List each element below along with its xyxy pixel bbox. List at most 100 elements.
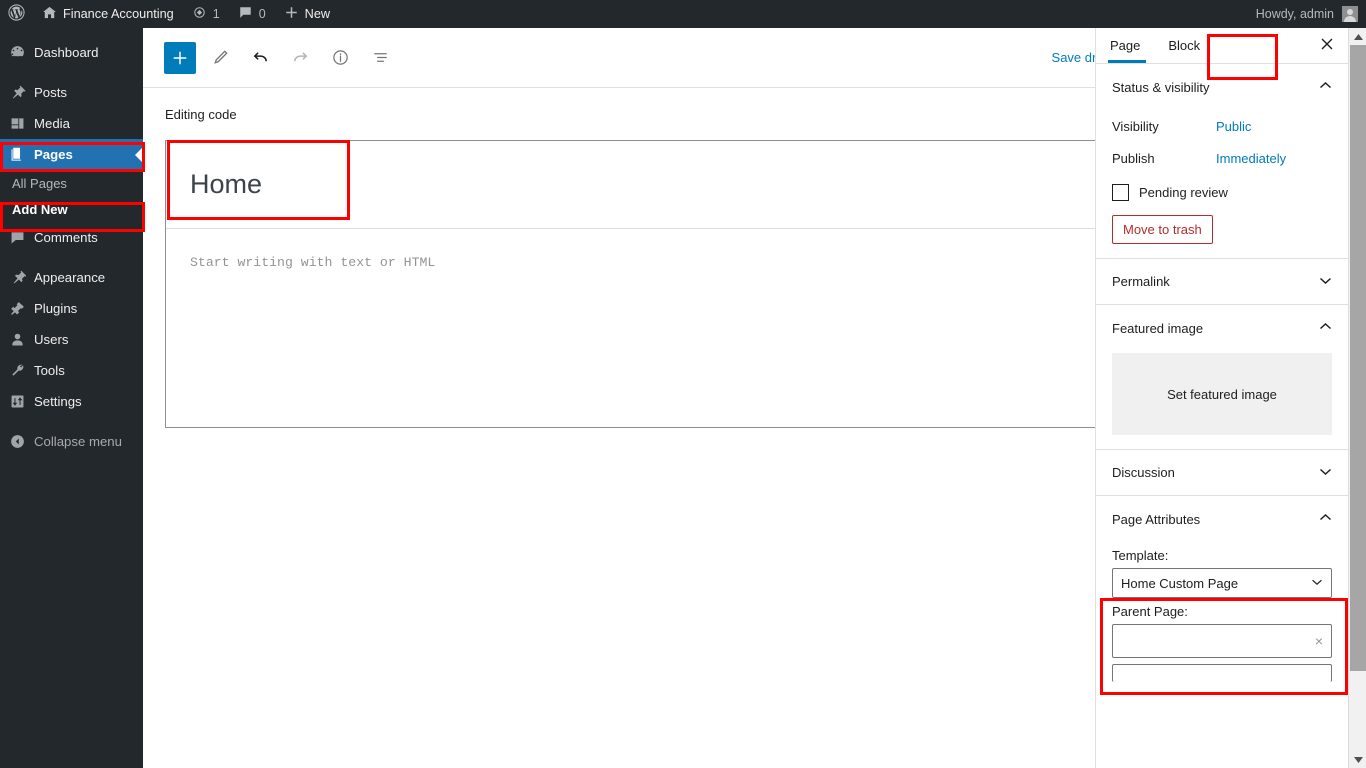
- featured-image-header[interactable]: Featured image: [1096, 305, 1348, 351]
- tab-page[interactable]: Page: [1096, 28, 1154, 64]
- code-content-textarea[interactable]: Start writing with text or HTML: [166, 229, 1200, 270]
- sidebar-item-plugins[interactable]: Plugins: [0, 293, 143, 324]
- settings-sidebar: Page Block Status & visibility Visibilit…: [1095, 28, 1348, 768]
- code-editor-title: Editing code: [165, 106, 237, 122]
- scroll-down-arrow-icon[interactable]: [1349, 751, 1366, 768]
- site-name-label: Finance Accounting: [63, 7, 174, 21]
- chevron-up-icon: [1319, 513, 1332, 525]
- chevron-up-icon: [1319, 322, 1332, 334]
- parent-page-suggestion-box[interactable]: [1112, 664, 1332, 682]
- comment-icon: [238, 5, 253, 23]
- site-name-menu[interactable]: Finance Accounting: [33, 0, 183, 28]
- page-scrollbar[interactable]: [1348, 28, 1366, 768]
- collapse-icon: [9, 433, 31, 450]
- comments-count: 0: [258, 7, 266, 21]
- sidebar-item-label: Tools: [34, 363, 65, 378]
- sidebar-item-add-new[interactable]: Add New: [0, 196, 143, 222]
- sidebar-item-label: Appearance: [34, 270, 106, 285]
- sidebar-item-label: Dashboard: [34, 45, 99, 60]
- scrollbar-thumb[interactable]: [1350, 45, 1366, 671]
- sidebar-item-users[interactable]: Users: [0, 324, 143, 355]
- sidebar-item-all-pages[interactable]: All Pages: [0, 170, 143, 196]
- submenu-arrow-icon: [135, 146, 143, 163]
- close-icon[interactable]: [1320, 37, 1348, 55]
- pages-icon: [9, 146, 31, 163]
- sidebar-item-pages[interactable]: Pages: [0, 139, 143, 170]
- visibility-label: Visibility: [1112, 118, 1159, 134]
- clear-icon[interactable]: ×: [1315, 633, 1323, 649]
- tools-pencil-button[interactable]: [204, 42, 236, 74]
- updates-icon: [192, 5, 207, 23]
- howdy-label[interactable]: Howdy, admin: [1256, 7, 1342, 21]
- title-row: Home G: [166, 141, 1200, 229]
- pending-review-row[interactable]: Pending review: [1112, 184, 1332, 201]
- sidebar-item-collapse-menu[interactable]: Collapse menu: [0, 426, 143, 457]
- set-featured-image-button[interactable]: Set featured image: [1112, 353, 1332, 435]
- new-content-menu[interactable]: New: [275, 0, 339, 28]
- page-attributes-header[interactable]: Page Attributes: [1096, 496, 1348, 542]
- code-editor-box: Home G Start writing with text or HTML: [165, 140, 1201, 428]
- sidebar-item-label: Media: [34, 116, 70, 131]
- code-editor-bar: Editing code Exit code editor: [143, 88, 1223, 140]
- avatar[interactable]: [1342, 6, 1358, 22]
- publish-value-button[interactable]: Immediately: [1216, 151, 1286, 166]
- updates-menu[interactable]: 1: [183, 0, 229, 28]
- parent-page-input[interactable]: ×: [1112, 624, 1332, 658]
- pending-review-checkbox[interactable]: [1112, 184, 1129, 201]
- sidebar-item-label: Users: [34, 332, 69, 347]
- page-attributes-title: Page Attributes: [1112, 511, 1201, 527]
- sidebar-item-label: Settings: [34, 394, 82, 409]
- sidebar-item-tools[interactable]: Tools: [0, 355, 143, 386]
- home-icon: [42, 5, 57, 23]
- permalink-header[interactable]: Permalink: [1096, 259, 1348, 305]
- sidebar-item-label: Comments: [34, 230, 98, 245]
- chevron-down-icon: [1319, 276, 1332, 288]
- page-title-input[interactable]: Home: [166, 169, 262, 200]
- comments-menu[interactable]: 0: [229, 0, 275, 28]
- editor-canvas: Editing code Exit code editor Home G Sta…: [143, 88, 1223, 768]
- sidebar-item-comments[interactable]: Comments: [0, 222, 143, 253]
- sidebar-item-dashboard[interactable]: Dashboard: [0, 37, 143, 68]
- sidebar-item-settings[interactable]: Settings: [0, 386, 143, 417]
- sidebar-subitem-label: Add New: [12, 201, 68, 217]
- plus-icon: [284, 5, 299, 23]
- settings-icon: [9, 393, 31, 410]
- undo-button[interactable]: [244, 42, 276, 74]
- admin-bar: Finance Accounting 1 0 New Howdy, admin: [0, 0, 1366, 28]
- wordpress-logo-menu[interactable]: [0, 0, 33, 28]
- sidebar-item-posts[interactable]: Posts: [0, 77, 143, 108]
- sidebar-item-appearance[interactable]: Appearance: [0, 262, 143, 293]
- featured-image-body: Set featured image: [1096, 353, 1348, 450]
- redo-button[interactable]: [284, 42, 316, 74]
- dashboard-icon: [9, 44, 31, 61]
- admin-bar-right: Howdy, admin: [1256, 6, 1366, 22]
- admin-sidebar: Dashboard Posts Media Pages All Pages Ad…: [0, 28, 143, 768]
- template-selected-value: Home Custom Page: [1121, 575, 1239, 591]
- sidebar-item-label: Collapse menu: [34, 434, 122, 449]
- scroll-up-arrow-icon[interactable]: [1349, 28, 1366, 45]
- visibility-value-button[interactable]: Public: [1216, 119, 1251, 134]
- featured-image-title: Featured image: [1112, 320, 1204, 336]
- sidebar-item-label: Posts: [34, 85, 67, 100]
- publish-label: Publish: [1112, 150, 1155, 166]
- media-icon: [9, 115, 31, 132]
- list-view-icon[interactable]: [364, 42, 396, 74]
- publish-row: Publish Immediately: [1112, 142, 1332, 174]
- tab-block[interactable]: Block: [1154, 28, 1214, 64]
- discussion-header[interactable]: Discussion: [1096, 450, 1348, 496]
- chevron-down-icon: [1311, 577, 1323, 589]
- updates-count: 1: [212, 7, 220, 21]
- user-icon: [9, 331, 31, 348]
- discussion-title: Discussion: [1112, 465, 1175, 480]
- template-select[interactable]: Home Custom Page: [1112, 568, 1332, 598]
- status-visibility-header[interactable]: Status & visibility: [1096, 64, 1348, 110]
- pin-icon: [9, 84, 31, 101]
- status-visibility-title: Status & visibility: [1112, 79, 1210, 95]
- info-icon[interactable]: [324, 42, 356, 74]
- add-block-button[interactable]: [164, 41, 196, 74]
- new-label: New: [304, 7, 331, 21]
- move-to-trash-button[interactable]: Move to trash: [1112, 215, 1213, 244]
- brush-icon: [9, 269, 31, 286]
- sidebar-item-media[interactable]: Media: [0, 108, 143, 139]
- sidebar-subitem-label: All Pages: [12, 175, 67, 191]
